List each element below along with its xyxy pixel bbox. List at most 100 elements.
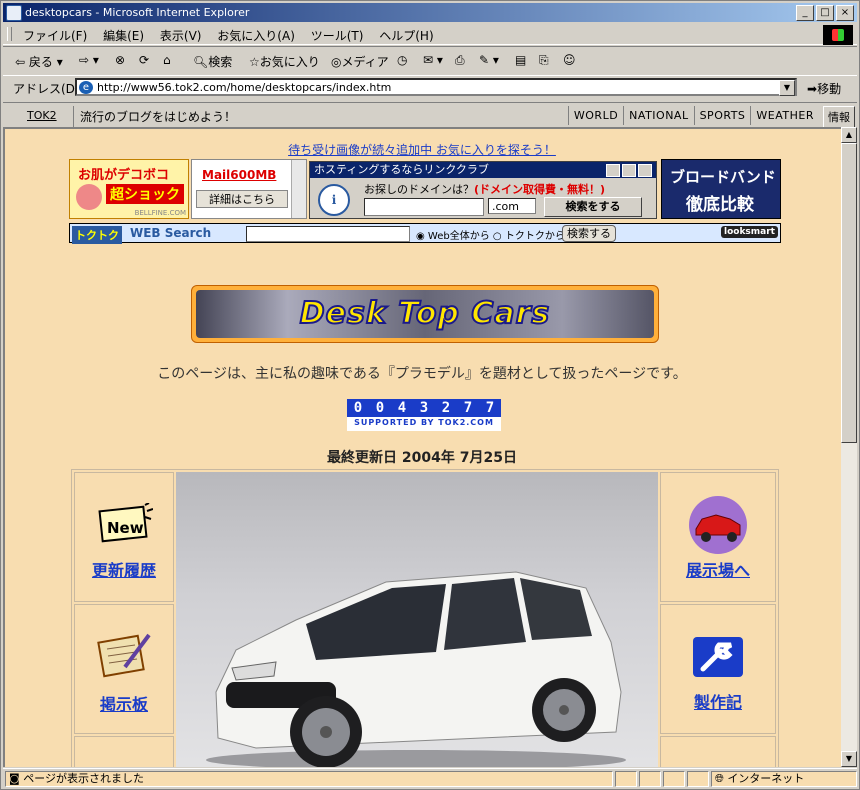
close-button[interactable]: × — [836, 5, 854, 21]
site-description: このページは、主に私の趣味である『プラモデル』を題材として扱ったページです。 — [157, 366, 687, 382]
research-button[interactable]: ⎘ — [539, 53, 549, 68]
nav-world[interactable]: WORLD — [567, 106, 623, 125]
web-search-button[interactable]: 検索する — [562, 225, 616, 242]
details-button[interactable]: 詳細はこちら — [196, 190, 288, 208]
car-photo — [176, 472, 658, 767]
web-search-bar: トクトク WEB Search ◉ Web全体から ○ トクトクから 検索する … — [69, 223, 781, 244]
ie-icon: e — [79, 81, 93, 94]
forward-button[interactable]: ⇨ ▾ — [79, 53, 99, 67]
skin-ad-banner[interactable]: お肌がデコボコ 超ショック BELLFINE.COM — [69, 159, 189, 219]
favorites-icon: ☆ — [249, 55, 260, 69]
nav-sports[interactable]: SPORTS — [693, 106, 751, 125]
nav-bbs-label[interactable]: 掲示板 — [75, 691, 173, 715]
discuss-button[interactable]: ▤ — [515, 53, 526, 67]
tokutoku-logo: トクトク — [72, 226, 122, 244]
svg-text:New: New — [107, 519, 144, 537]
research-icon: ⎘ — [539, 53, 549, 67]
site-logo-text: Desk Top Cars — [299, 295, 551, 332]
favorites-button[interactable]: ☆お気に入り — [249, 53, 320, 70]
nav-history-label[interactable]: 更新履歴 — [75, 557, 173, 581]
mail-button[interactable]: ✉ ▾ — [423, 53, 443, 67]
menu-favorites[interactable]: お気に入り(A) — [211, 24, 301, 47]
promo-link[interactable]: 待ち受け画像が続々追加中 お気に入りを探そう！ — [5, 141, 839, 158]
refresh-button[interactable]: ⟳ — [139, 53, 149, 67]
domain-input[interactable] — [364, 198, 484, 216]
media-icon: ◎ — [331, 55, 342, 69]
nav-bbs[interactable]: 掲示板 — [74, 604, 174, 734]
history-button[interactable]: ◷ — [397, 53, 407, 67]
broadband-ad-banner[interactable]: ブロードバンド 徹底比較 — [661, 159, 781, 219]
status-text-cell: ◙ ページが表示されました — [5, 771, 613, 787]
menu-edit[interactable]: 編集(E) — [97, 24, 150, 47]
security-zone: 🌐︎ インターネット — [711, 771, 857, 787]
menu-view[interactable]: 表示(V) — [154, 24, 208, 47]
hosting-ad-titlebar: ホスティングするならリンククラブ — [310, 162, 656, 178]
info-icon: i — [318, 184, 350, 216]
access-counter: 0043277 SUPPORTED BY TOK2.COM — [347, 399, 501, 431]
vertical-scrollbar[interactable]: ▲ ▼ — [841, 127, 857, 767]
messenger-button[interactable]: ☺ — [563, 53, 576, 67]
standard-toolbar: ⇦ 戻る ▾ ⇨ ▾ ⊗ ⟳ ⌂ 🔍︎検索 ☆お気に入り ◎メディア ◷ ✉ ▾… — [3, 46, 857, 76]
address-url[interactable]: http://www56.tok2.com/home/desktopcars/i… — [97, 81, 391, 94]
new-icon: New — [95, 502, 154, 550]
scroll-up-icon[interactable]: ▲ — [841, 127, 857, 143]
tok2-link[interactable]: TOK2 — [27, 109, 57, 122]
address-input[interactable]: e http://www56.tok2.com/home/desktopcars… — [75, 78, 797, 96]
info-button[interactable]: 情報 — [823, 106, 855, 128]
search-button[interactable]: 🔍︎検索 — [193, 53, 232, 70]
media-button[interactable]: ◎メディア — [331, 53, 389, 70]
last-updated: 最終更新日 2004年 7月25日 — [327, 450, 517, 466]
maximize-button[interactable]: □ — [816, 5, 834, 21]
browser-window: desktopcars - Microsoft Internet Explore… — [0, 0, 860, 790]
print-button[interactable]: ⎙ — [455, 53, 465, 68]
radio-tok-icon[interactable]: ○ — [493, 231, 502, 242]
menu-tools[interactable]: ツール(T) — [305, 24, 370, 47]
nav-weather[interactable]: WEATHER — [750, 106, 819, 125]
menu-bar: ファイル(F) 編集(E) 表示(V) お気に入り(A) ツール(T) ヘルプ(… — [3, 24, 857, 45]
nav-national[interactable]: NATIONAL — [623, 106, 693, 125]
nav-showroom-label[interactable]: 展示場へ — [661, 557, 775, 581]
history-icon: ◷ — [397, 53, 408, 67]
menu-file[interactable]: ファイル(F) — [17, 24, 93, 47]
refresh-icon: ⟳ — [139, 53, 150, 67]
search-scope-radios[interactable]: ◉ Web全体から ○ トクトクから — [416, 227, 565, 242]
window-title: desktopcars - Microsoft Internet Explore… — [25, 6, 250, 19]
status-bar: ◙ ページが表示されました 🌐︎ インターネット — [3, 768, 857, 789]
title-bar: desktopcars - Microsoft Internet Explore… — [3, 3, 857, 22]
nav-buildlog[interactable]: 製作記 — [660, 604, 776, 734]
tld-select[interactable]: .com — [488, 198, 536, 214]
go-button[interactable]: ➡移動 — [807, 80, 841, 97]
nav-right-empty — [660, 736, 776, 767]
mail-ad-banner[interactable]: Mail600MB 詳細はこちら — [191, 159, 307, 219]
windows-logo-icon — [823, 25, 853, 45]
edit-icon: ✎ — [479, 53, 490, 67]
notepad-pen-icon — [95, 629, 153, 682]
nav-showroom[interactable]: 展示場へ — [660, 472, 776, 602]
address-bar: アドレス(D) e http://www56.tok2.com/home/des… — [3, 76, 857, 100]
address-dropdown-icon[interactable]: ▼ — [779, 80, 795, 96]
radio-web-icon[interactable]: ◉ — [416, 231, 425, 242]
page-done-icon: ◙ — [9, 772, 20, 785]
domain-search-button[interactable]: 検索をする — [544, 197, 642, 217]
home-button[interactable]: ⌂ — [163, 53, 171, 67]
mail-icon: ✉ — [423, 53, 434, 67]
discuss-icon: ▤ — [515, 53, 527, 67]
blog-link[interactable]: 流行のブログをはじめよう！ — [73, 106, 242, 127]
hosting-ad-window: ホスティングするならリンククラブ i お探しのドメインは？(ドメイン取得費・無料… — [309, 161, 657, 219]
stop-button[interactable]: ⊗ — [115, 53, 125, 67]
print-icon: ⎙ — [455, 53, 465, 67]
nav-buildlog-label[interactable]: 製作記 — [661, 689, 775, 713]
scroll-down-icon[interactable]: ▼ — [841, 751, 857, 767]
ie-page-icon — [6, 5, 22, 21]
web-search-input[interactable] — [246, 226, 410, 242]
back-button[interactable]: ⇦ 戻る ▾ — [15, 53, 63, 70]
minimize-button[interactable]: _ — [796, 5, 814, 21]
scroll-thumb[interactable] — [841, 143, 857, 443]
edit-button[interactable]: ✎ ▾ — [479, 53, 499, 67]
menu-help[interactable]: ヘルプ(H) — [373, 24, 439, 47]
forward-arrow-icon: ⇨ — [79, 53, 90, 67]
ad-scrollbar[interactable] — [291, 160, 306, 218]
minivan-image — [206, 571, 626, 767]
nav-history[interactable]: New 更新履歴 — [74, 472, 174, 602]
looksmart-logo: looksmart — [721, 226, 778, 238]
